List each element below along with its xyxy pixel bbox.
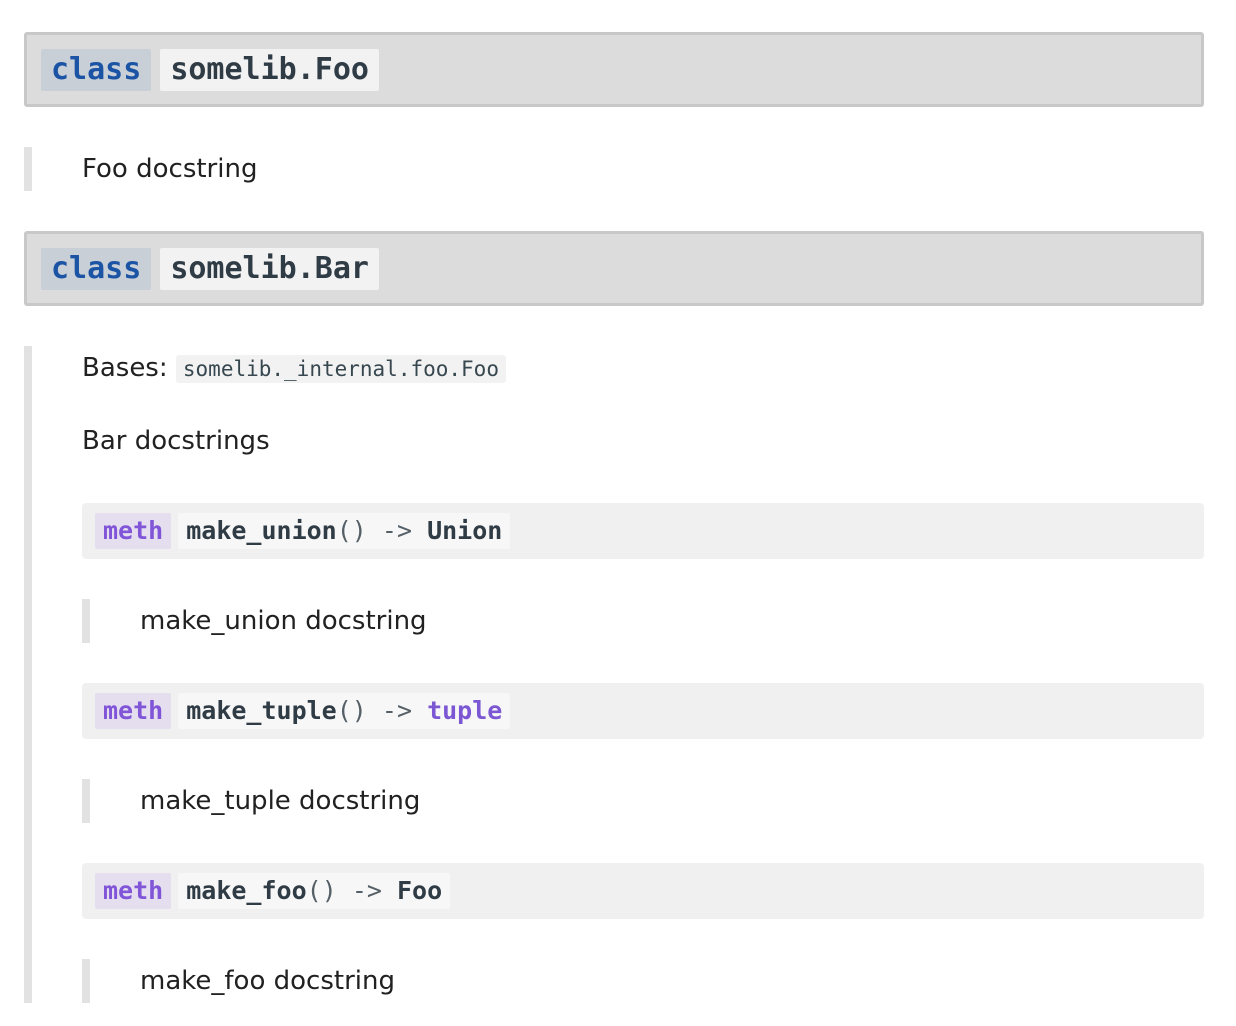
class-docstring-foo: Foo docstring	[82, 154, 258, 184]
method-signature-make-union: meth make_union() -> Union	[82, 503, 1204, 559]
return-type: Foo	[396, 876, 443, 905]
method-name: make_foo	[186, 876, 307, 905]
meth-keyword: meth	[95, 873, 172, 909]
method-parens: ()	[336, 516, 367, 545]
return-arrow: ->	[381, 516, 413, 545]
return-arrow: ->	[351, 876, 382, 905]
class-docstring-bar: Bar docstrings	[82, 426, 270, 456]
base-class-ref: somelib._internal.foo.Foo	[175, 355, 506, 383]
bases-label: Bases:	[82, 353, 168, 383]
method-doc-make-foo: make_foo docstring	[82, 959, 1204, 1003]
class-name-bar: somelib.Bar	[160, 247, 379, 290]
api-doc-page: class somelib.Foo Foo docstring class so…	[24, 32, 1204, 1003]
meth-keyword: meth	[95, 513, 172, 549]
method-signature-body: make_union() -> Union	[178, 513, 511, 549]
method-name: make_union	[186, 516, 337, 545]
class-doc-foo: Foo docstring	[24, 147, 1204, 191]
class-signature-bar: class somelib.Bar	[24, 231, 1204, 306]
method-signature-make-foo: meth make_foo() -> Foo	[82, 863, 1204, 919]
return-type: tuple	[427, 696, 503, 725]
class-name-foo: somelib.Foo	[160, 48, 379, 91]
method-signature-make-tuple: meth make_tuple() -> tuple	[82, 683, 1204, 739]
method-docstring: make_foo docstring	[140, 966, 395, 996]
method-parens: ()	[306, 876, 337, 905]
method-doc-make-union: make_union docstring	[82, 599, 1204, 643]
method-name: make_tuple	[186, 696, 337, 725]
class-doc-bar: Bases: somelib._internal.foo.Foo Bar doc…	[24, 346, 1204, 1003]
class-keyword: class	[41, 48, 152, 91]
return-arrow: ->	[381, 696, 413, 725]
meth-keyword: meth	[95, 693, 172, 729]
method-docstring: make_union docstring	[140, 606, 427, 636]
method-doc-make-tuple: make_tuple docstring	[82, 779, 1204, 823]
method-parens: ()	[336, 696, 367, 725]
class-keyword: class	[41, 247, 152, 290]
method-signature-body: make_foo() -> Foo	[178, 873, 451, 909]
method-docstring: make_tuple docstring	[140, 786, 421, 816]
method-signature-body: make_tuple() -> tuple	[178, 693, 511, 729]
return-type: Union	[427, 516, 503, 545]
bases-line: Bases: somelib._internal.foo.Foo	[82, 346, 1204, 391]
class-signature-foo: class somelib.Foo	[24, 32, 1204, 107]
